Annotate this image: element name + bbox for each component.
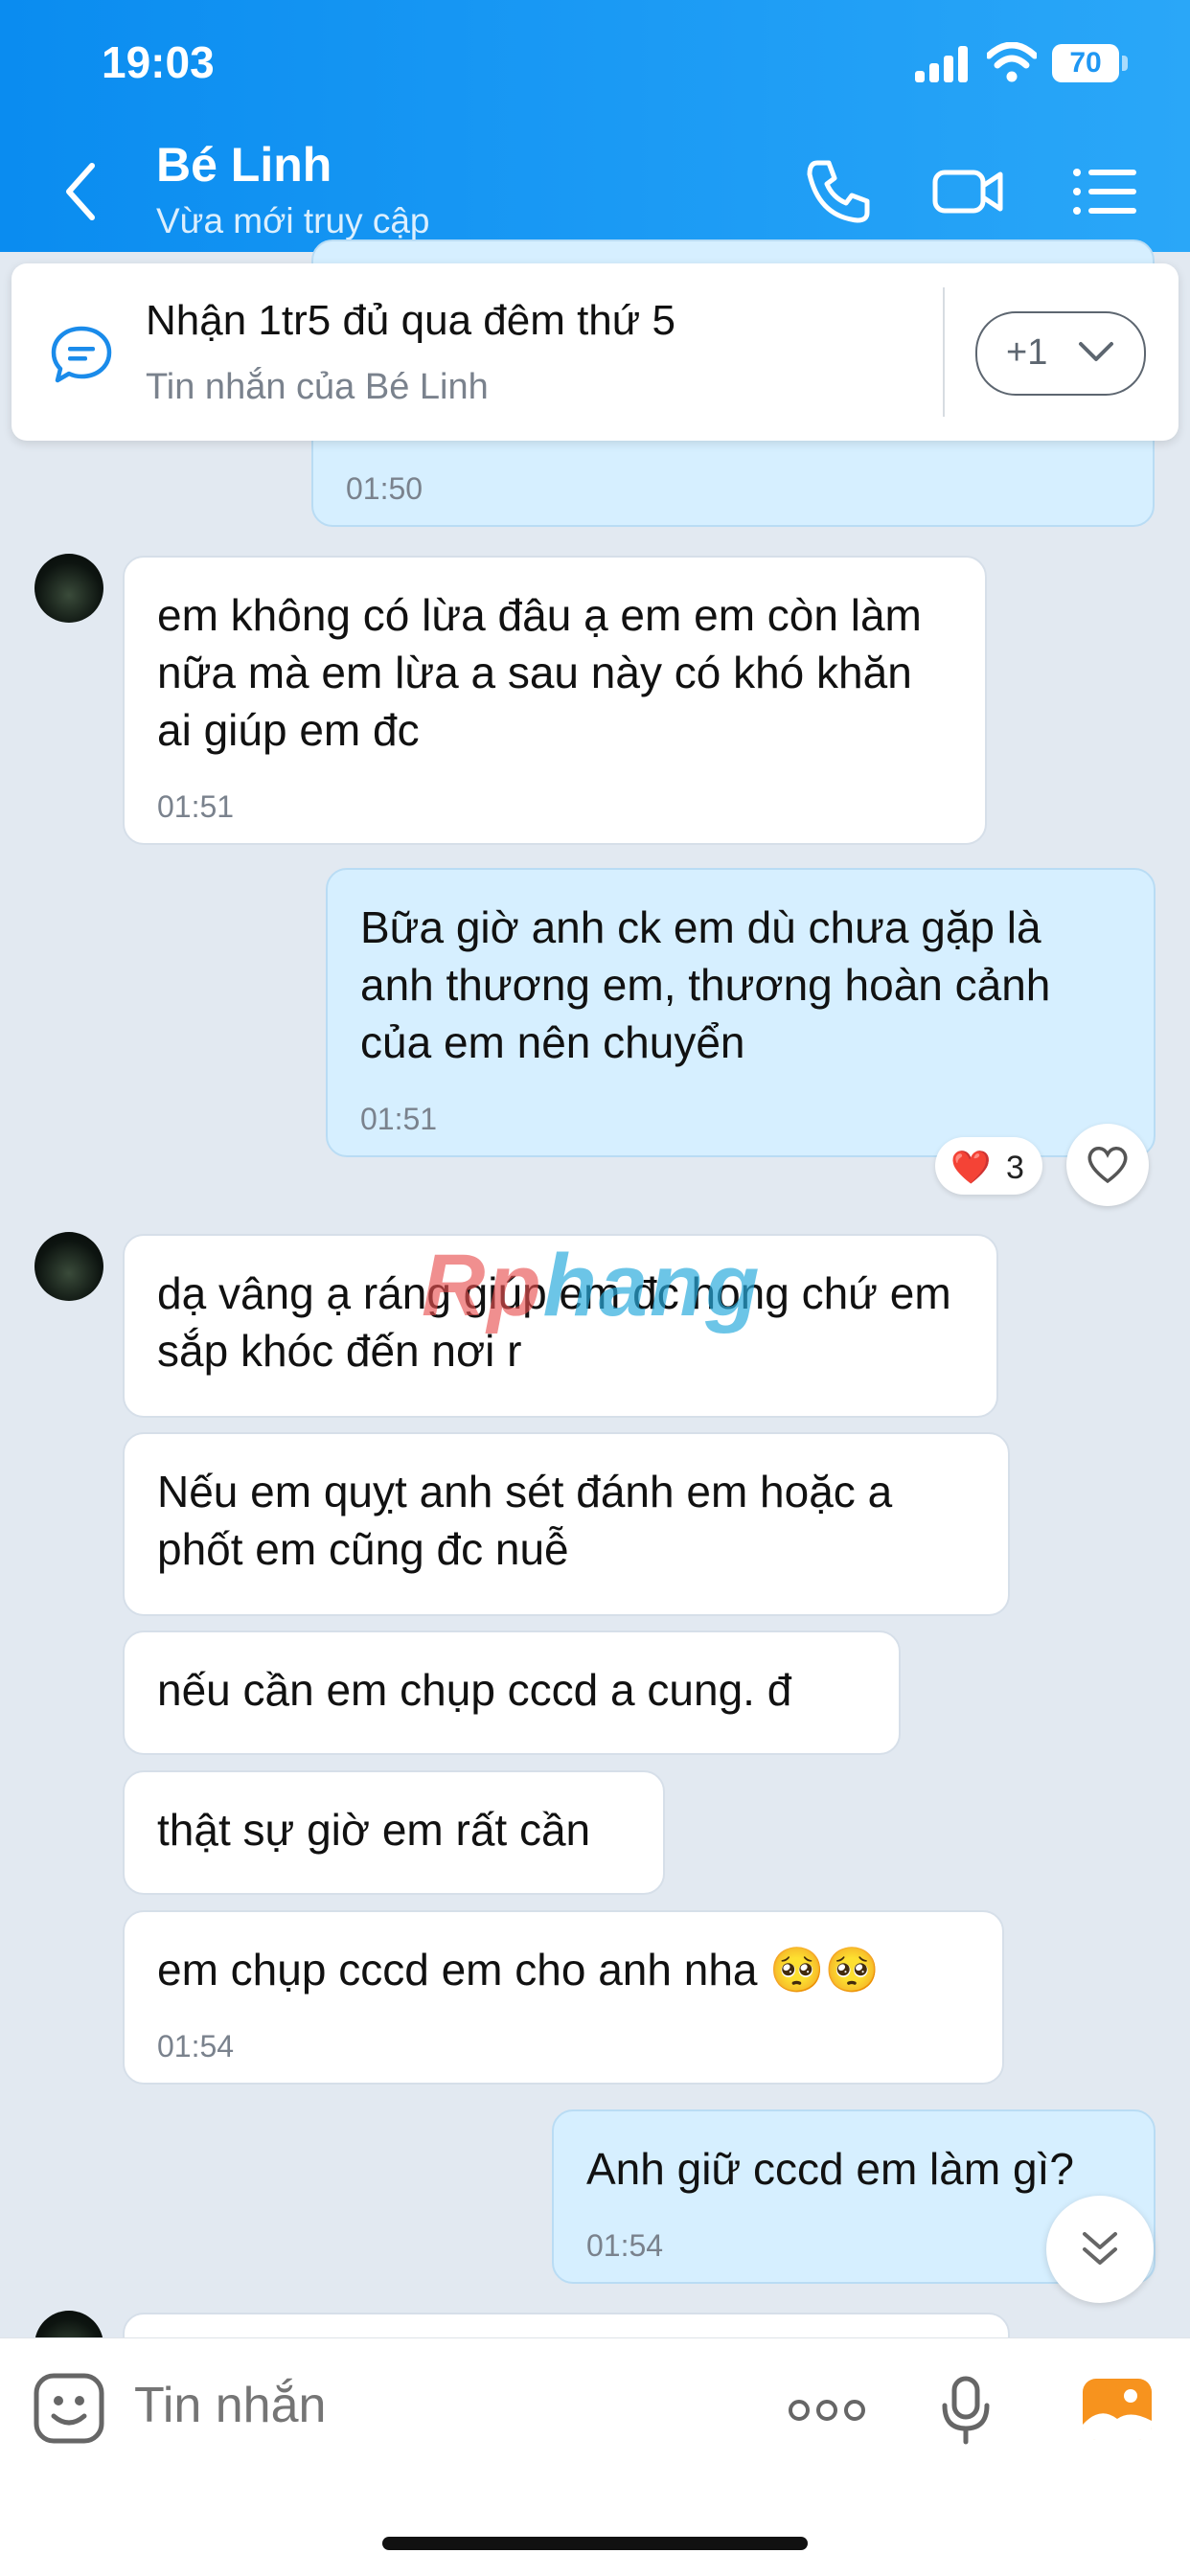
react-button[interactable] <box>1066 1124 1149 1206</box>
pinned-message-subtitle: Tin nhắn của Bé Linh <box>146 367 489 407</box>
more-options-icon[interactable] <box>788 2396 866 2425</box>
sticker-emoji-icon[interactable] <box>33 2372 105 2445</box>
message-time: 01:51 <box>360 1102 438 1136</box>
pinned-message-banner[interactable]: Nhận 1tr5 đủ qua đêm thứ 5 Tin nhắn của … <box>11 263 1179 441</box>
message-text: em chụp cccd em cho anh nha 🥺🥺 <box>157 1945 880 1995</box>
message-text: Bữa giờ anh ck em dù chưa gặp là anh thư… <box>360 902 1051 1067</box>
back-icon[interactable] <box>57 158 105 225</box>
message-time: 01:50 <box>346 471 423 506</box>
contact-name[interactable]: Bé Linh <box>156 137 332 193</box>
message-bubble-received[interactable]: Nếu em quỵt anh sét đánh em hoặc a phốt … <box>123 1432 1010 1616</box>
phone-call-icon[interactable] <box>800 153 877 230</box>
message-text: Anh giữ cccd em làm gì? <box>586 2144 1074 2194</box>
wifi-icon <box>987 42 1037 82</box>
message-input[interactable] <box>134 2377 709 2434</box>
pinned-more-label: +1 <box>1006 332 1048 373</box>
message-bubble-received[interactable]: thật sự giờ em rất cần <box>123 1770 665 1895</box>
chevron-down-icon <box>1079 342 1113 361</box>
chat-bubble-icon <box>51 326 112 383</box>
reaction-summary[interactable]: ❤️ 3 <box>935 1137 1042 1195</box>
message-time: 01:51 <box>157 789 235 824</box>
message-bubble-received[interactable]: em chụp cccd em cho anh nha 🥺🥺 01:54 <box>123 1910 1004 2085</box>
pinned-more-button[interactable]: +1 <box>975 311 1146 396</box>
double-chevron-down-icon <box>1083 2232 1117 2265</box>
chat-header: 19:03 70 Bé Linh Vừa mới truy cập <box>0 0 1190 252</box>
home-indicator <box>382 2537 808 2550</box>
message-time: 01:54 <box>157 2029 235 2063</box>
signal-icon <box>915 46 969 82</box>
scroll-to-bottom-button[interactable] <box>1046 2196 1154 2303</box>
message-bubble-sent[interactable]: Bữa giờ anh ck em dù chưa gặp là anh thư… <box>326 868 1156 1157</box>
message-text: thật sự giờ em rất cần <box>157 1805 591 1855</box>
gallery-image-icon[interactable] <box>1081 2377 1154 2442</box>
menu-list-icon[interactable] <box>1065 153 1142 230</box>
pinned-message-text: Nhận 1tr5 đủ qua đêm thứ 5 <box>146 297 675 344</box>
divider <box>943 287 945 417</box>
message-text: nếu cần em chụp cccd a cung. đ <box>157 1665 792 1715</box>
contact-status: Vừa mới truy cập <box>156 201 430 240</box>
message-time: 01:54 <box>586 2228 664 2263</box>
message-bubble-received[interactable]: nếu cần em chụp cccd a cung. đ <box>123 1630 901 1755</box>
heart-outline-icon <box>1087 1147 1128 1184</box>
video-call-icon[interactable] <box>929 153 1006 230</box>
avatar[interactable] <box>34 554 103 623</box>
battery-level: 70 <box>1052 44 1119 82</box>
reaction-count: 3 <box>1006 1150 1024 1186</box>
battery-icon: 70 <box>1052 44 1129 82</box>
microphone-icon[interactable] <box>939 2375 993 2446</box>
message-bubble-received[interactable]: em không có lừa đâu ạ em em còn làm nữa … <box>123 556 987 845</box>
heart-reaction-icon: ❤️ <box>950 1150 992 1186</box>
message-text: Nếu em quỵt anh sét đánh em hoặc a phốt … <box>157 1467 893 1574</box>
watermark-logo: Rphang <box>422 1237 762 1334</box>
avatar[interactable] <box>34 1232 103 1301</box>
message-text: em không có lừa đâu ạ em em còn làm nữa … <box>157 590 922 755</box>
status-time: 19:03 <box>102 37 215 87</box>
